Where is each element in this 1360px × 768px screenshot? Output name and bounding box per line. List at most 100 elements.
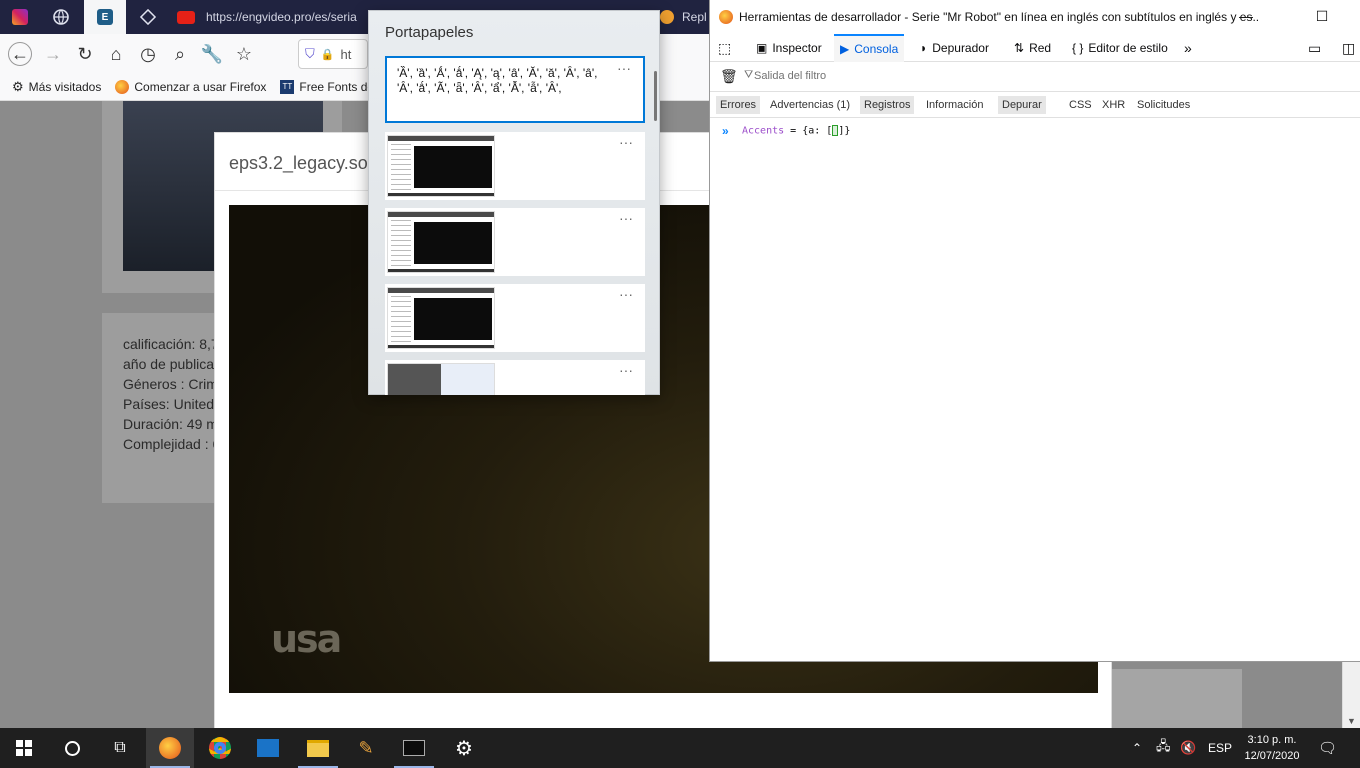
- tab-label: Editor de estilo: [1088, 41, 1168, 55]
- url-bar-text: ht: [340, 46, 352, 62]
- clipboard-item-content: 'Ȁ', 'ȁ', 'Ǻ', 'ǻ', 'Ą', 'ą', 'ȃ', 'Ă', …: [397, 66, 598, 95]
- category-requests[interactable]: Solicitudes: [1133, 96, 1194, 114]
- taskbar-movies[interactable]: [244, 728, 292, 768]
- tab-inspector[interactable]: ▣ Inspector: [752, 34, 826, 62]
- language-indicator[interactable]: ESP: [1208, 728, 1232, 768]
- clipboard-item-image[interactable]: ···: [385, 132, 645, 200]
- taskbar-firefox[interactable]: [146, 728, 194, 768]
- notifications-button[interactable]: 🗨: [1318, 728, 1337, 768]
- movies-icon: [257, 739, 279, 757]
- screenshot-thumbnail: [387, 211, 495, 273]
- tab-label: Red: [1029, 41, 1052, 55]
- language-label: ESP: [1208, 741, 1233, 755]
- taskbar-terminal[interactable]: [390, 728, 438, 768]
- info-year: año de publica: [123, 356, 215, 372]
- tab-url-text[interactable]: https://engvideo.pro/es/seria: [206, 0, 357, 34]
- tab-background-label: Repl: [682, 10, 707, 24]
- clipboard-item-image[interactable]: ···: [385, 284, 645, 352]
- globe-icon: [53, 9, 69, 25]
- filter-input[interactable]: Salida del filtro: [754, 70, 826, 82]
- more-options-icon[interactable]: ···: [619, 286, 633, 302]
- more-options-icon[interactable]: ···: [619, 210, 633, 226]
- show-hidden-icons-button[interactable]: ⌃: [1132, 728, 1142, 768]
- tab-youtube[interactable]: [168, 0, 204, 34]
- trash-icon[interactable]: 🗑: [720, 68, 738, 85]
- taskbar-clock[interactable]: 3:10 p. m. 12/07/2020: [1234, 732, 1310, 764]
- tools-button[interactable]: 🔧: [200, 42, 224, 66]
- category-errors[interactable]: Errores: [716, 96, 761, 114]
- dock-button[interactable]: ▭: [1308, 34, 1321, 62]
- home-button[interactable]: ⌂: [104, 42, 128, 66]
- more-options-icon[interactable]: ···: [619, 362, 633, 378]
- tab-console[interactable]: ▶ Consola: [834, 34, 905, 62]
- chrome-icon: [209, 737, 231, 759]
- devtools-toolbar: ⬚ ▣ Inspector ▶ Consola ◗ Depurador ⇅ Re…: [710, 34, 1360, 62]
- bookmark-label: Más visitados: [28, 80, 102, 94]
- minimize-button[interactable]: —: [1236, 6, 1256, 26]
- clipboard-item-image[interactable]: ···: [385, 208, 645, 276]
- taskbar: ⧉ ✎ ⚙ ⌃ 🖧 🔇 ESP 3:10 p. m. 12/07/2020 🗨: [0, 728, 1360, 768]
- more-tools-button[interactable]: »: [1184, 34, 1192, 62]
- clipboard-panel: Portapapeles 'Ȁ', 'ȁ', 'Ǻ', 'ǻ', 'Ą', 'ą…: [368, 10, 660, 395]
- console-input[interactable]: Accents = {a: []}: [742, 125, 850, 137]
- volume-tray-button[interactable]: 🔇: [1180, 728, 1196, 768]
- tab-style-editor[interactable]: { } Editor de estilo: [1068, 34, 1172, 62]
- more-options-icon[interactable]: ···: [617, 60, 631, 76]
- category-info[interactable]: Información: [922, 96, 987, 114]
- maximize-button[interactable]: ☐: [1312, 6, 1332, 26]
- tab-codepen[interactable]: [128, 0, 168, 34]
- firefox-icon: [115, 80, 130, 94]
- split-button[interactable]: ◫: [1342, 34, 1355, 62]
- network-tray-button[interactable]: 🖧: [1156, 728, 1171, 768]
- taskbar-settings[interactable]: ⚙: [440, 728, 488, 768]
- tab-globe[interactable]: [40, 0, 82, 34]
- category-logs[interactable]: Registros: [860, 96, 915, 114]
- reload-icon: ↻: [77, 43, 93, 64]
- home-icon: ⌂: [110, 43, 122, 64]
- start-button[interactable]: [0, 728, 48, 768]
- search-icon: ⌕: [174, 43, 186, 64]
- search-button[interactable]: ⌕: [168, 42, 192, 66]
- category-warnings[interactable]: Advertencias (1): [766, 96, 854, 114]
- clock-icon: ◷: [140, 43, 156, 64]
- tab-label: Inspector: [772, 41, 822, 55]
- category-xhr[interactable]: XHR: [1098, 96, 1129, 114]
- forward-button[interactable]: →: [41, 42, 65, 66]
- tab-instagram[interactable]: [0, 0, 40, 34]
- task-view-icon: ⧉: [114, 739, 126, 756]
- clipboard-item-image[interactable]: ···: [385, 360, 645, 395]
- taskbar-chrome[interactable]: [196, 728, 244, 768]
- tab-network[interactable]: ⇅ Red: [1010, 34, 1055, 62]
- split-window-icon: ◫: [1342, 39, 1356, 56]
- tab-engvideo[interactable]: E: [84, 0, 126, 34]
- filter-icon: ⛛: [744, 69, 754, 81]
- element-picker-button[interactable]: ⬚: [718, 34, 731, 62]
- bookmark-comenzar-firefox[interactable]: Comenzar a usar Firefox: [115, 80, 266, 94]
- reload-button[interactable]: ↻: [73, 42, 97, 66]
- taskbar-editor[interactable]: ✎: [342, 728, 390, 768]
- clipboard-scrollbar[interactable]: [654, 71, 657, 121]
- tab-debugger[interactable]: ◗ Depurador: [916, 34, 993, 62]
- taskbar-explorer[interactable]: [294, 728, 342, 768]
- windows-icon: [16, 740, 32, 756]
- picker-icon: ⬚: [718, 39, 732, 56]
- chevron-down-icon: ▼: [1347, 716, 1356, 726]
- search-taskbar-button[interactable]: [48, 728, 96, 768]
- bookmark-free-fonts[interactable]: TT Free Fonts dov: [280, 80, 380, 94]
- page-scrollbar[interactable]: ▼: [1342, 662, 1360, 728]
- history-button[interactable]: ◷: [136, 42, 160, 66]
- back-button[interactable]: ←: [8, 42, 32, 66]
- bookmark-button[interactable]: ☆: [232, 42, 256, 66]
- category-css[interactable]: CSS: [1065, 96, 1096, 114]
- tab-background[interactable]: Repl: [660, 0, 707, 34]
- task-view-button[interactable]: ⧉: [96, 728, 144, 768]
- clipboard-item-text[interactable]: 'Ȁ', 'ȁ', 'Ǻ', 'ǻ', 'Ą', 'ą', 'ȃ', 'Ă', …: [385, 56, 645, 123]
- category-debug[interactable]: Depurar: [998, 96, 1046, 114]
- bookmark-mas-visitados[interactable]: ⚙ Más visitados: [12, 79, 101, 95]
- more-options-icon[interactable]: ···: [619, 134, 633, 150]
- arrow-right-icon: →: [44, 43, 62, 64]
- url-bar[interactable]: ⛉ 🔒 ht: [298, 39, 368, 69]
- firefox-tab-icon: [660, 10, 674, 24]
- console-output: » Accents = {a: []}: [710, 118, 1360, 658]
- chevron-double-right-icon: »: [1184, 40, 1192, 56]
